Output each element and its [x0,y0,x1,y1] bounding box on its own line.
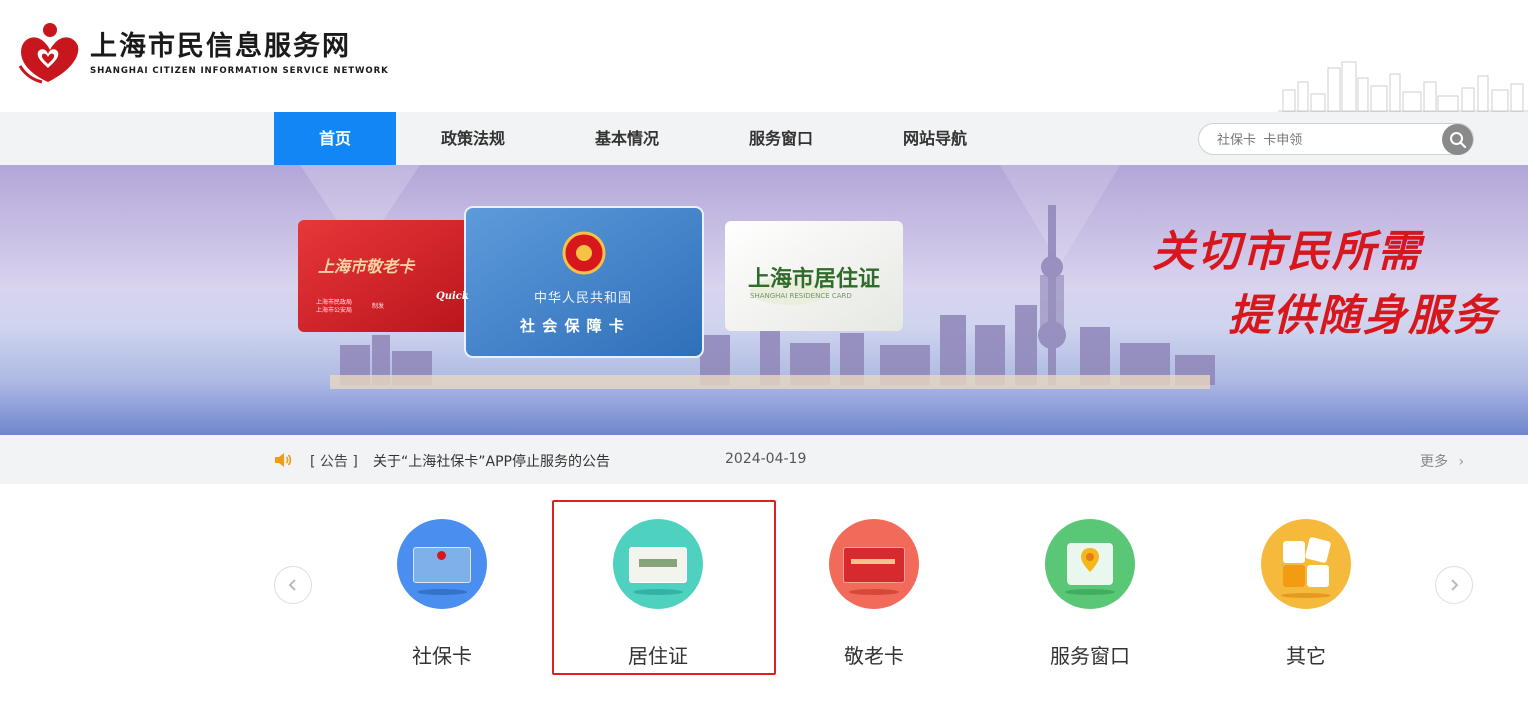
services-carousel: 社保卡 居住证 敬老卡 服务窗口 其它 [0,484,1528,710]
elderly-card-org2: 上海市公安局 [316,307,353,314]
service-social-security-card[interactable]: 社保卡 [352,519,532,669]
residence-card-subtitle: SHANGHAI RESIDENCE CARD [750,292,852,300]
elderly-card-brand: Quick [436,291,469,302]
chevron-right-icon [1451,579,1459,591]
blocks-icon [1261,519,1351,609]
speaker-icon [275,453,292,467]
service-window[interactable]: 服务窗口 [1000,519,1180,669]
service-other[interactable]: 其它 [1216,519,1396,669]
nav-item-basic-info[interactable]: 基本情况 [550,112,704,165]
elderly-card-tag: 制发 [372,303,385,310]
nav-item-service-window[interactable]: 服务窗口 [704,112,858,165]
notice-more-link[interactable]: 更多 › [1420,451,1464,471]
service-label: 其它 [1286,644,1326,668]
notice-title-link[interactable]: 关于“上海社保卡”APP停止服务的公告 [373,451,610,471]
map-pin-icon [1045,519,1135,609]
skyline-decoration [1278,61,1528,112]
elderly-card-title: 上海市敬老卡 [318,257,415,276]
notice-bar: [ 公告 ] 关于“上海社保卡”APP停止服务的公告 2024-04-19 更多… [0,435,1528,484]
main-nav: 首页 政策法规 基本情况 服务窗口 网站导航 [274,112,1012,165]
search-input[interactable] [1217,129,1437,149]
service-elderly-card[interactable]: 敬老卡 [784,519,964,669]
service-label: 社保卡 [412,644,472,668]
main-nav-bar: 首页 政策法规 基本情况 服务窗口 网站导航 [0,112,1528,165]
heart-people-logo-icon [18,23,79,84]
social-card-title: 社 会 保 障 卡 [520,317,625,335]
notice-tag: [ 公告 ] [310,454,358,470]
elderly-card-icon [829,519,919,609]
site-logo[interactable]: 上海市民信息服务网 SHANGHAI CITIZEN INFORMATION S… [16,22,389,84]
search-box [1198,123,1474,155]
carousel-next-button[interactable] [1435,566,1473,604]
hero-banner[interactable]: 上海市敬老卡 上海市民政局 上海市公安局 制发 Quick 中华人民共和国 社 … [0,165,1528,435]
service-label: 服务窗口 [1050,644,1130,668]
social-card-country: 中华人民共和国 [534,291,633,306]
residence-card-title: 上海市居住证 [748,266,881,292]
notice-more-label: 更多 [1420,454,1448,470]
site-subtitle: SHANGHAI CITIZEN INFORMATION SERVICE NET… [90,66,389,76]
search-icon [1449,131,1466,148]
nav-item-site-nav[interactable]: 网站导航 [858,112,1012,165]
notice-date: 2024-04-19 [725,451,807,467]
nav-item-policy[interactable]: 政策法规 [396,112,550,165]
social-security-card-icon [397,519,487,609]
chevron-left-icon [288,579,296,591]
banner-slogan-line2: 提供随身服务 [1228,291,1498,341]
site-title: 上海市民信息服务网 [90,31,351,62]
service-label: 敬老卡 [844,644,904,668]
nav-item-home[interactable]: 首页 [274,112,396,165]
banner-slogan-line1: 关切市民所需 [1152,227,1422,277]
selection-highlight [552,500,776,675]
search-button[interactable] [1442,124,1473,155]
carousel-prev-button[interactable] [274,566,312,604]
chevron-right-icon: › [1458,454,1465,470]
site-header: 上海市民信息服务网 SHANGHAI CITIZEN INFORMATION S… [0,0,1528,112]
